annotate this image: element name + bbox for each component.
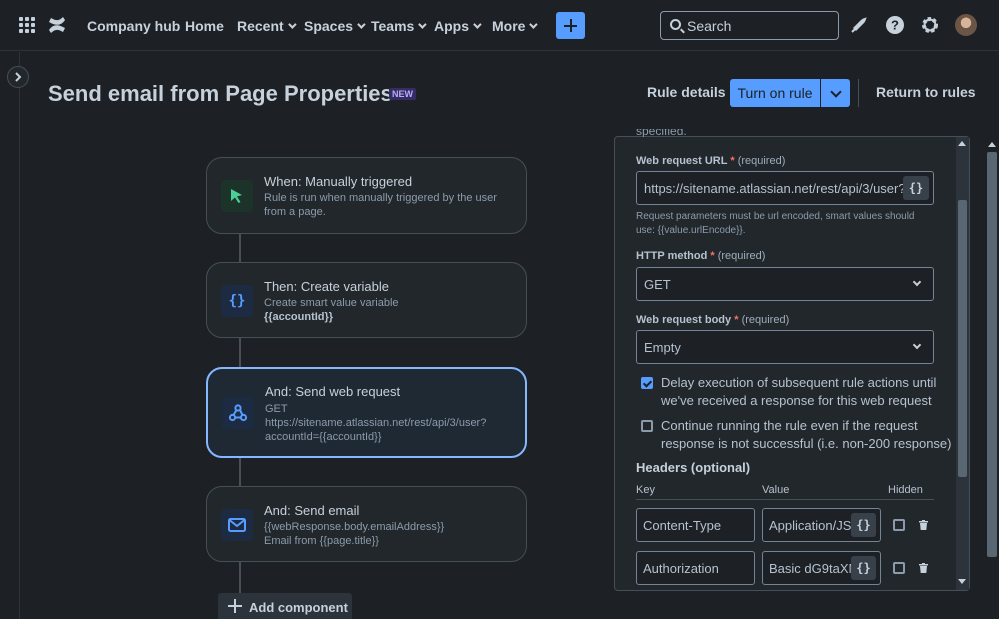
app-switcher-icon[interactable] <box>19 17 35 33</box>
create-button[interactable] <box>556 12 585 39</box>
hidden-column-header: Hidden <box>888 484 923 496</box>
trash-icon[interactable] <box>919 563 928 573</box>
smart-value-button[interactable]: {} <box>903 176 929 200</box>
request-body-label: Web request body * (required) <box>636 314 790 326</box>
chevron-down-icon <box>418 19 427 29</box>
nav-apps[interactable]: Apps <box>434 0 482 51</box>
scroll-up-arrow-icon[interactable] <box>958 141 966 146</box>
chevron-right-icon <box>15 72 22 82</box>
settings-gear-icon[interactable] <box>919 14 941 36</box>
search-icon <box>670 19 681 30</box>
http-method-select[interactable]: GET <box>636 267 934 301</box>
chevron-down-icon <box>529 19 539 29</box>
rule-details-button[interactable]: Rule details <box>647 84 726 100</box>
top-navigation: Company hub Home Recent Spaces Teams App… <box>0 0 999 51</box>
page-title: Send email from Page Properties <box>48 81 393 106</box>
step-title: And: Send web request <box>265 384 401 399</box>
divider <box>636 499 934 500</box>
page-scrollbar-thumb[interactable] <box>987 152 997 557</box>
chevron-down-icon <box>287 19 297 29</box>
panel-scrollbar-thumb[interactable] <box>958 200 967 477</box>
url-help-text: Request parameters must be url encoded, … <box>636 211 915 222</box>
chevron-down-icon <box>473 19 482 29</box>
new-badge: NEW <box>389 88 416 100</box>
hidden-checkbox[interactable] <box>893 519 905 531</box>
nav-more[interactable]: More <box>492 0 539 51</box>
nav-home[interactable]: Home <box>185 0 224 51</box>
truncated-text: specified. <box>636 129 687 137</box>
scroll-down-arrow-icon[interactable] <box>958 579 966 584</box>
step-description: from a page. <box>264 206 326 218</box>
hidden-checkbox[interactable] <box>893 562 905 574</box>
request-body-select[interactable]: Empty <box>636 330 934 364</box>
smart-value-button[interactable]: {} <box>851 556 876 580</box>
step-description: Create smart value variable <box>264 297 399 309</box>
return-to-rules-button[interactable]: Return to rules <box>876 84 976 100</box>
connector-line <box>239 233 241 263</box>
curly-braces-icon: {} <box>221 285 253 317</box>
connector-line <box>239 561 241 593</box>
chevron-down-icon <box>357 19 366 29</box>
step-description: Rule is run when manually triggered by t… <box>264 192 497 204</box>
search-input[interactable]: Search <box>660 11 839 40</box>
chevron-down-icon <box>912 277 922 287</box>
avatar[interactable] <box>955 14 977 36</box>
step-description: GET <box>265 403 288 415</box>
url-help-text: use: {{value.urlEncode}}. <box>636 225 746 236</box>
svg-text:?: ? <box>891 18 899 33</box>
smart-value-button[interactable]: {} <box>851 513 876 537</box>
delay-execution-label: Delay execution of subsequent rule actio… <box>661 375 937 408</box>
step-title: And: Send email <box>264 503 360 518</box>
header-key-input[interactable]: Authorization <box>636 551 755 585</box>
web-request-url-input[interactable]: https://sitename.atlassian.net/rest/api/… <box>636 171 934 205</box>
step-description: accountId={{accountId}} <box>265 431 382 443</box>
continue-running-checkbox[interactable] <box>641 420 653 432</box>
turn-on-rule-button[interactable]: Turn on rule <box>730 79 820 107</box>
expand-sidebar-button[interactable] <box>7 66 29 88</box>
manual-trigger-cursor-icon <box>221 180 253 212</box>
email-icon <box>221 509 253 541</box>
chevron-down-icon <box>912 340 922 350</box>
step-title: Then: Create variable <box>264 279 390 294</box>
headers-section-title: Headers (optional) <box>636 460 751 475</box>
step-description: https://sitename.atlassian.net/rest/api/… <box>265 417 487 429</box>
trash-icon[interactable] <box>919 520 928 530</box>
rule-step-send-web-request[interactable]: And: Send web request GET https://sitena… <box>206 367 527 458</box>
header-key-input[interactable]: Content-Type <box>636 508 755 542</box>
url-label: Web request URL * (required) <box>636 155 786 167</box>
connector-line <box>239 337 241 368</box>
webhook-icon <box>222 397 254 429</box>
delay-execution-checkbox[interactable] <box>641 377 653 389</box>
step-title: When: Manually triggered <box>264 174 413 189</box>
notifications-rocket-icon[interactable] <box>848 14 870 36</box>
rule-step-send-email[interactable]: And: Send email {{webResponse.body.email… <box>206 486 527 562</box>
key-column-header: Key <box>636 484 655 496</box>
nav-spaces[interactable]: Spaces <box>304 0 366 51</box>
help-icon[interactable]: ? <box>884 14 906 36</box>
rule-step-trigger[interactable]: When: Manually triggered Rule is run whe… <box>206 157 527 234</box>
add-component-button[interactable]: Add component <box>218 593 352 619</box>
http-method-label: HTTP method * (required) <box>636 250 766 262</box>
step-description: Email from {{page.title}} <box>264 535 379 547</box>
sidebar-rail <box>0 52 20 619</box>
rule-step-create-variable[interactable]: {} Then: Create variable Create smart va… <box>206 262 527 338</box>
step-description: {{accountId}} <box>264 311 334 323</box>
nav-recent[interactable]: Recent <box>237 0 297 51</box>
scroll-up-arrow-icon[interactable] <box>988 142 996 147</box>
confluence-logo-icon[interactable] <box>48 15 66 35</box>
turn-on-rule-dropdown-button[interactable] <box>821 79 850 107</box>
value-column-header: Value <box>762 484 790 496</box>
nav-teams[interactable]: Teams <box>371 0 427 51</box>
continue-running-label: Continue running the rule even if the re… <box>661 418 952 451</box>
connector-line <box>239 457 241 487</box>
divider <box>858 79 859 107</box>
site-name-link[interactable]: Company hub <box>87 0 180 51</box>
step-description: {{webResponse.body.emailAddress}} <box>264 521 445 533</box>
